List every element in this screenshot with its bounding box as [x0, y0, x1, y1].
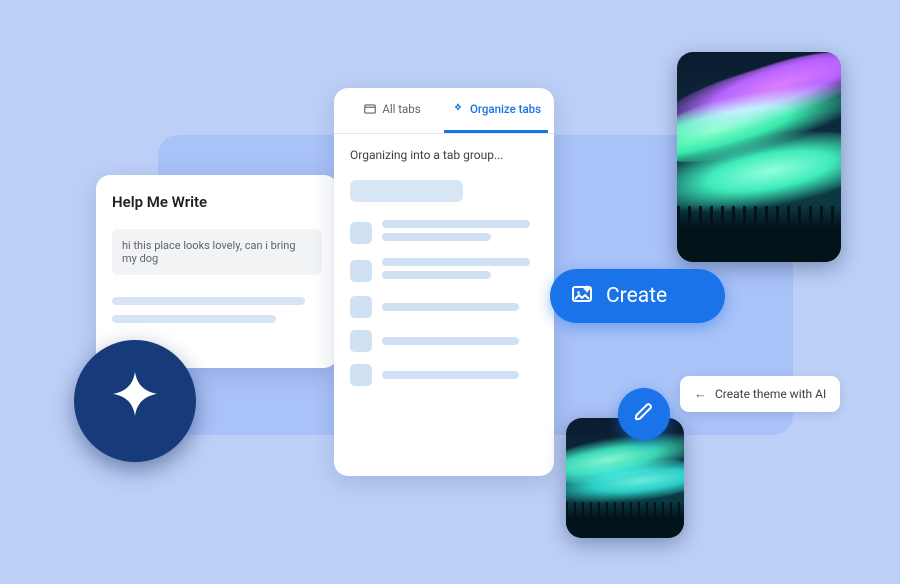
- create-image-icon: [570, 282, 594, 310]
- tab-organize-tabs-label: Organize tabs: [470, 102, 541, 116]
- organize-tabs-tabbar: All tabs Organize tabs: [334, 88, 554, 134]
- skeleton-favicon: [350, 330, 372, 352]
- edit-theme-fab[interactable]: [618, 388, 670, 440]
- tab-all-tabs-label: All tabs: [382, 102, 420, 116]
- create-button-label: Create: [606, 284, 667, 308]
- create-theme-chip[interactable]: ← Create theme with AI: [680, 376, 840, 412]
- create-button[interactable]: Create: [550, 269, 725, 323]
- tab-organize-tabs[interactable]: Organize tabs: [444, 88, 548, 133]
- tab-all-tabs[interactable]: All tabs: [340, 88, 444, 133]
- pencil-icon: [633, 401, 655, 427]
- stage: Help Me Write hi this place looks lovely…: [0, 0, 900, 584]
- skeleton-favicon: [350, 296, 372, 318]
- theme-preview-image-large: [677, 52, 841, 262]
- skeleton-tab-row: [350, 330, 538, 352]
- create-theme-chip-label: Create theme with AI: [715, 387, 826, 401]
- skeleton-line: [112, 315, 276, 323]
- help-me-write-prompt-field[interactable]: hi this place looks lovely, can i bring …: [112, 229, 322, 275]
- sparkle-icon: [451, 102, 465, 116]
- theme-preview-image-small: [566, 418, 684, 538]
- help-me-write-title: Help Me Write: [112, 193, 322, 211]
- skeleton-line: [112, 297, 305, 305]
- skeleton-tab-row: [350, 296, 538, 318]
- skeleton-favicon: [350, 364, 372, 386]
- organize-tabs-card: All tabs Organize tabs Organizing into a…: [334, 88, 554, 476]
- skeleton-tab-row: [350, 258, 538, 284]
- help-me-write-suggestion-skeleton: [112, 297, 322, 323]
- spark-icon: [104, 368, 166, 434]
- skeleton-group-title: [350, 180, 463, 202]
- skeleton-tab-row: [350, 364, 538, 386]
- tab-icon: [363, 102, 377, 116]
- arrow-left-icon: ←: [694, 386, 707, 402]
- ai-spark-badge: [74, 340, 196, 462]
- organize-status-text: Organizing into a tab group...: [350, 148, 538, 162]
- skeleton-tab-list: [350, 220, 538, 386]
- skeleton-tab-row: [350, 220, 538, 246]
- skeleton-favicon: [350, 222, 372, 244]
- skeleton-favicon: [350, 260, 372, 282]
- organize-body: Organizing into a tab group...: [334, 134, 554, 412]
